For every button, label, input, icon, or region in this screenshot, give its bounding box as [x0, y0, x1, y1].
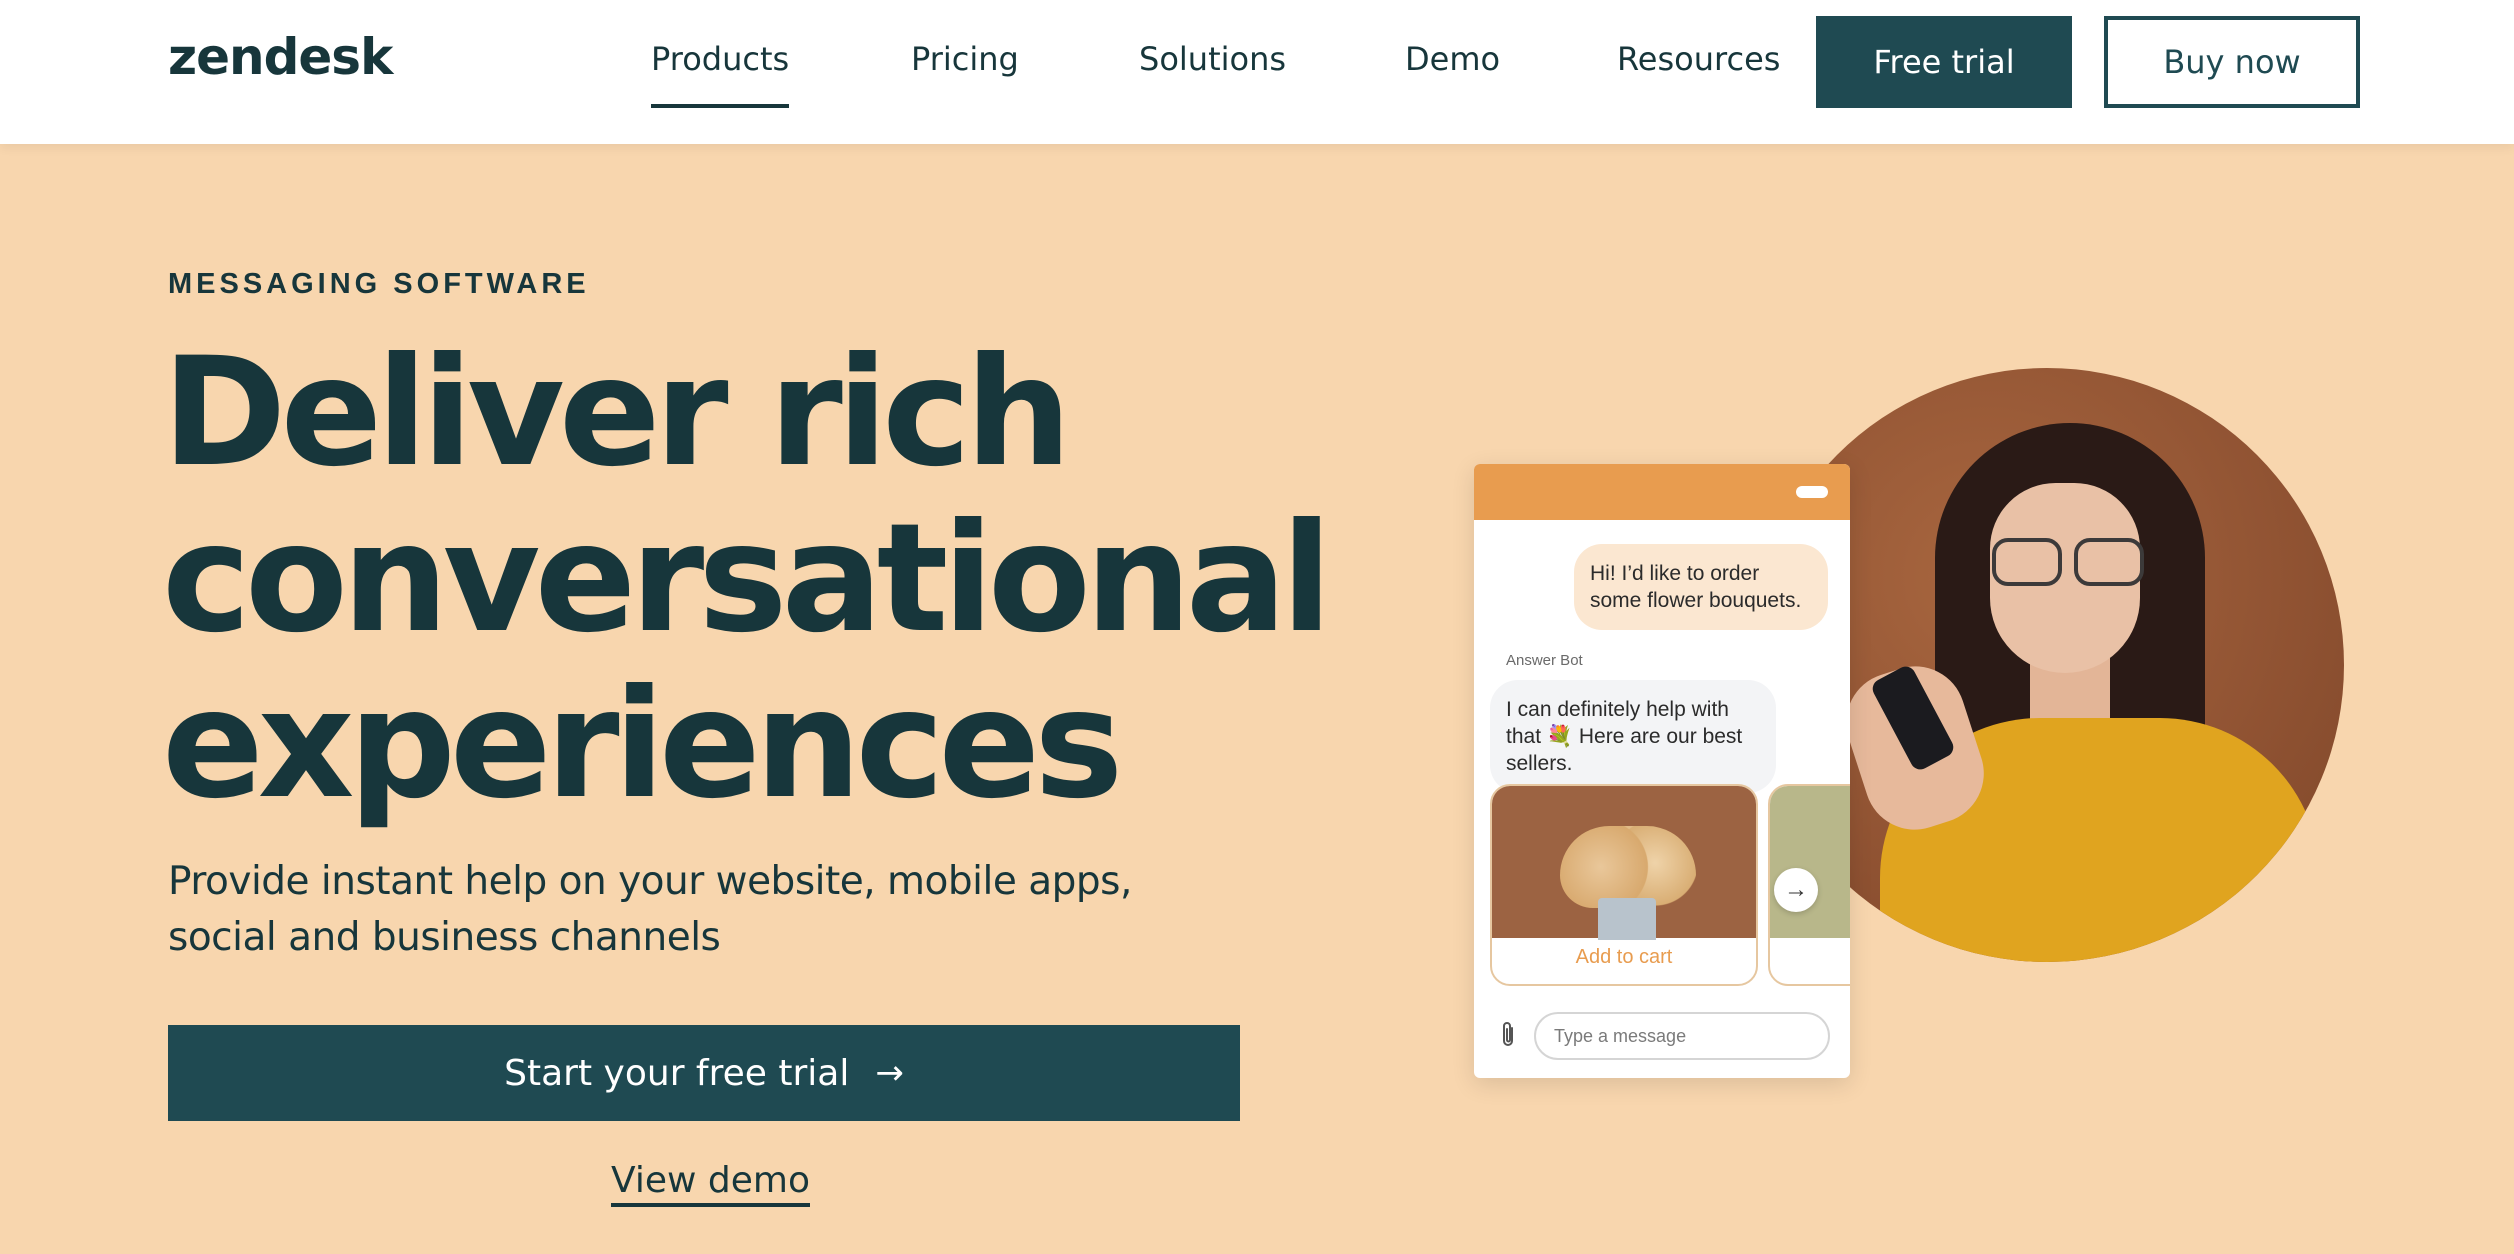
- headline-line: Deliver rich: [162, 326, 1072, 500]
- bot-name-label: Answer Bot: [1506, 652, 1583, 669]
- carousel-next-button[interactable]: →: [1774, 868, 1818, 912]
- hero-subtitle: Provide instant help on your website, mo…: [168, 859, 1132, 960]
- nav-item-products[interactable]: Products: [651, 40, 790, 108]
- minimize-icon[interactable]: [1796, 486, 1828, 498]
- vase-shape: [1598, 898, 1656, 940]
- start-free-trial-button[interactable]: Start your free trial →: [168, 1025, 1240, 1121]
- message-input[interactable]: [1534, 1012, 1830, 1060]
- nav-item-label: Solutions: [1139, 40, 1287, 78]
- headline-line: conversational: [162, 492, 1332, 666]
- widget-header: [1474, 464, 1850, 520]
- zendesk-logo[interactable]: zendesk: [168, 28, 393, 86]
- eyebrow-label: MESSAGING SOFTWARE: [168, 268, 590, 300]
- nav-item-pricing[interactable]: Pricing: [911, 40, 1019, 78]
- nav-item-demo[interactable]: Demo: [1405, 40, 1500, 78]
- site-header: zendesk Products Pricing Solutions Demo …: [0, 0, 2514, 144]
- hero-headline: Deliver rich conversational experiences: [162, 330, 1462, 828]
- arrow-right-icon: →: [875, 1053, 904, 1093]
- nav-item-label: Products: [651, 40, 790, 78]
- bouquet-shape: [1560, 826, 1696, 908]
- product-card: Add to cart: [1490, 784, 1758, 986]
- bot-message-bubble: I can definitely help with that 💐 Here a…: [1490, 680, 1776, 793]
- cta-label: Start your free trial: [504, 1052, 850, 1094]
- free-trial-button[interactable]: Free trial: [1816, 16, 2072, 108]
- view-demo-link[interactable]: View demo: [611, 1160, 810, 1207]
- plant-image: [1770, 786, 1850, 938]
- headline-line: experiences: [162, 658, 1123, 832]
- nav-item-label: Pricing: [911, 40, 1019, 78]
- chat-widget: Hi! I’d like to order some flower bouque…: [1474, 464, 1850, 1078]
- paperclip-icon[interactable]: [1496, 1020, 1520, 1050]
- buy-now-button[interactable]: Buy now: [2104, 16, 2360, 108]
- user-message-bubble: Hi! I’d like to order some flower bouque…: [1574, 544, 1828, 630]
- arrow-right-icon: →: [1784, 876, 1808, 903]
- glasses-shape: [1982, 538, 2152, 586]
- active-nav-indicator: [651, 104, 790, 108]
- nav-item-label: Resources: [1617, 40, 1781, 78]
- flower-bouquet-image: [1492, 786, 1756, 940]
- nav-item-label: Demo: [1405, 40, 1501, 78]
- nav-item-solutions[interactable]: Solutions: [1139, 40, 1286, 78]
- nav-item-resources[interactable]: Resources: [1617, 40, 1780, 78]
- add-to-cart-button[interactable]: Add to cart: [1492, 946, 1756, 969]
